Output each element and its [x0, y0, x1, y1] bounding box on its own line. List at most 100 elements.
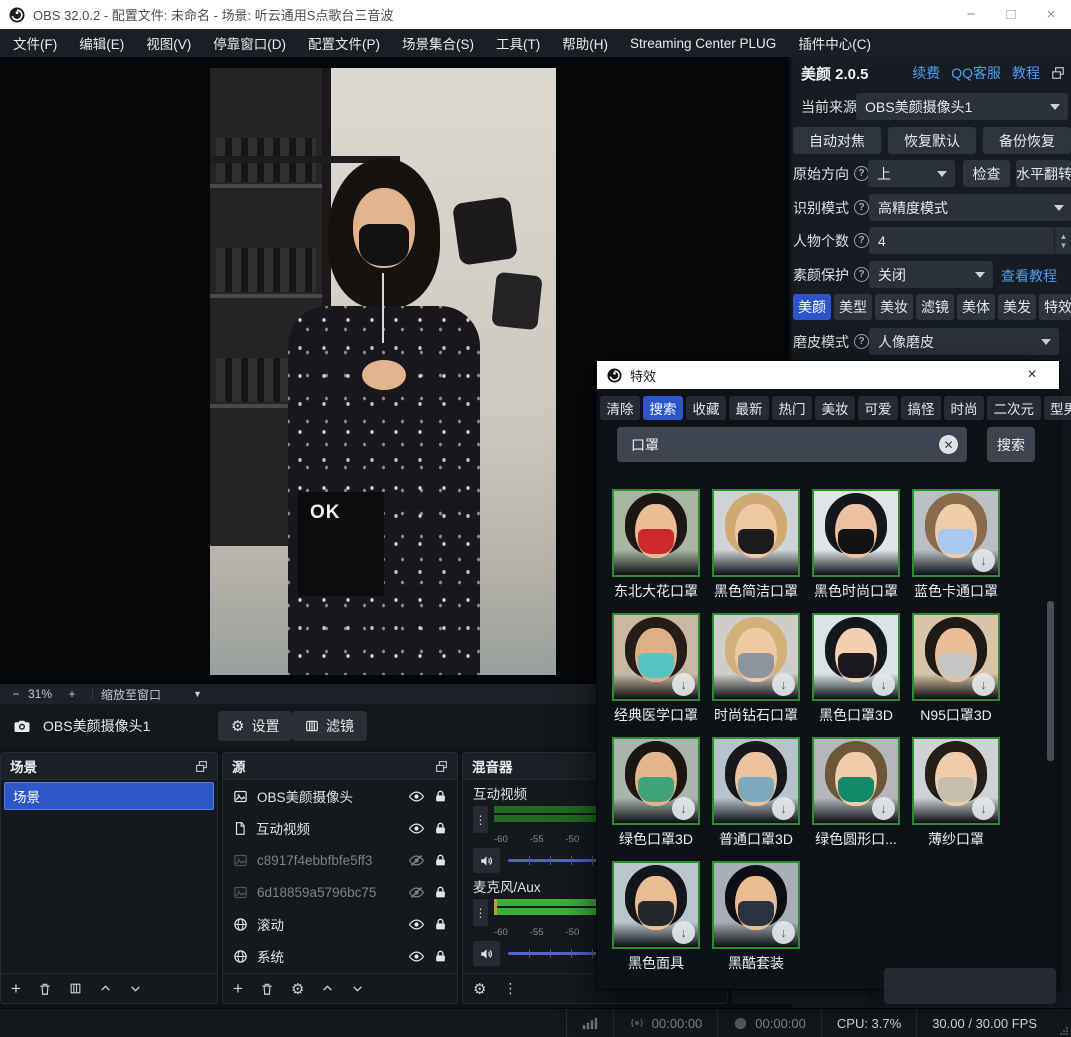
channel-menu-dots-icon[interactable]: ⋮: [473, 899, 488, 926]
source-row[interactable]: 6d18859a5796bc75: [223, 876, 457, 908]
effect-thumbnail[interactable]: [812, 489, 900, 577]
skin-mode-select[interactable]: 人像磨皮: [869, 328, 1059, 355]
download-icon[interactable]: ↓: [872, 673, 895, 696]
eye-off-icon[interactable]: [408, 853, 425, 868]
effect-item[interactable]: ↓蓝色卡通口罩: [912, 489, 1000, 599]
effect-thumbnail[interactable]: ↓: [812, 737, 900, 825]
download-icon[interactable]: ↓: [972, 797, 995, 820]
add-scene-icon[interactable]: +: [11, 979, 21, 999]
chevron-up-icon[interactable]: ▲: [1060, 232, 1068, 241]
minimize-button[interactable]: −: [951, 0, 991, 29]
download-icon[interactable]: ↓: [772, 673, 795, 696]
effect-item[interactable]: ↓经典医学口罩: [612, 613, 700, 723]
recognition-mode-select[interactable]: 高精度模式: [869, 194, 1071, 221]
zoom-out-button[interactable]: −: [4, 687, 28, 701]
mixer-menu-dots-icon[interactable]: ⋮: [503, 980, 517, 997]
search-button[interactable]: 搜索: [987, 427, 1035, 462]
source-row[interactable]: c8917f4ebbfbfe5ff3: [223, 844, 457, 876]
effect-thumbnail[interactable]: ↓: [812, 613, 900, 701]
effect-thumbnail[interactable]: ↓: [912, 737, 1000, 825]
autofocus-button[interactable]: 自动对焦: [793, 127, 881, 154]
beauty-tab[interactable]: 美颜: [793, 294, 831, 320]
dialog-close-button[interactable]: ×: [1015, 361, 1049, 389]
channel-menu-dots-icon[interactable]: ⋮: [473, 806, 488, 833]
menu-item[interactable]: 帮助(H): [551, 29, 619, 57]
effect-item[interactable]: ↓普通口罩3D: [712, 737, 800, 847]
effect-thumbnail[interactable]: ↓: [612, 737, 700, 825]
lock-icon[interactable]: [434, 949, 447, 964]
effect-thumbnail[interactable]: ↓: [612, 861, 700, 949]
source-row[interactable]: 系统: [223, 940, 457, 972]
lock-icon[interactable]: [434, 821, 447, 836]
effects-tab[interactable]: 热门: [772, 396, 812, 420]
effects-tab[interactable]: 型男: [1044, 396, 1071, 420]
fit-to-window[interactable]: 缩放至窗口: [101, 686, 161, 703]
effects-tab[interactable]: 可爱: [858, 396, 898, 420]
effects-tab[interactable]: 收藏: [686, 396, 726, 420]
lock-icon[interactable]: [434, 789, 447, 804]
person-count-stepper[interactable]: 4 ▲▼: [869, 227, 1071, 254]
lock-icon[interactable]: [434, 885, 447, 900]
video-preview[interactable]: OK: [210, 68, 556, 675]
lock-icon[interactable]: [434, 917, 447, 932]
chevron-down-icon[interactable]: ▼: [193, 689, 202, 699]
effects-tab[interactable]: 最新: [729, 396, 769, 420]
popout-icon[interactable]: [435, 760, 448, 773]
eye-icon[interactable]: [408, 917, 425, 932]
scene-list-item[interactable]: 场景: [4, 782, 214, 810]
effect-item[interactable]: ↓黑色面具: [612, 861, 700, 971]
question-icon[interactable]: ?: [854, 233, 869, 248]
effect-item[interactable]: ↓N95口罩3D: [912, 613, 1000, 723]
current-source-select[interactable]: OBS美颜摄像头1: [856, 93, 1068, 120]
effects-tab[interactable]: 美妆: [815, 396, 855, 420]
source-row[interactable]: OBS美颜摄像头: [223, 780, 457, 812]
effects-tab[interactable]: 搜索: [643, 396, 683, 420]
download-icon[interactable]: ↓: [772, 921, 795, 944]
clear-search-icon[interactable]: ✕: [939, 435, 958, 454]
remove-scene-trash-icon[interactable]: [38, 982, 52, 996]
effect-item[interactable]: 黑色时尚口罩: [812, 489, 900, 599]
orientation-select[interactable]: 上: [868, 160, 955, 187]
menu-item[interactable]: 停靠窗口(D): [202, 29, 297, 57]
effects-tab[interactable]: 搞怪: [901, 396, 941, 420]
move-down-icon[interactable]: [351, 982, 364, 995]
speaker-icon[interactable]: [473, 848, 500, 873]
renew-link[interactable]: 续费: [912, 63, 940, 83]
horizontal-flip-button[interactable]: 水平翻转: [1016, 160, 1071, 187]
question-icon[interactable]: ?: [854, 200, 869, 215]
qq-support-link[interactable]: QQ客服: [951, 63, 1001, 83]
move-up-icon[interactable]: [99, 982, 112, 995]
download-icon[interactable]: ↓: [972, 673, 995, 696]
restore-default-button[interactable]: 恢复默认: [888, 127, 976, 154]
eye-icon[interactable]: [408, 821, 425, 836]
close-button[interactable]: ×: [1031, 0, 1071, 29]
effects-tab[interactable]: 清除: [600, 396, 640, 420]
popout-icon[interactable]: [195, 760, 208, 773]
beauty-tab[interactable]: 美体: [957, 294, 995, 320]
effect-thumbnail[interactable]: ↓: [712, 737, 800, 825]
question-icon[interactable]: ?: [854, 267, 869, 282]
eye-icon[interactable]: [408, 949, 425, 964]
zoom-in-button[interactable]: +: [60, 687, 84, 701]
effect-thumbnail[interactable]: ↓: [912, 613, 1000, 701]
effect-thumbnail[interactable]: ↓: [612, 613, 700, 701]
beauty-tab[interactable]: 美妆: [875, 294, 913, 320]
add-source-icon[interactable]: +: [233, 979, 243, 999]
menu-item[interactable]: Streaming Center PLUG: [619, 29, 787, 57]
effect-thumbnail[interactable]: ↓: [712, 613, 800, 701]
effect-item[interactable]: ↓时尚钻石口罩: [712, 613, 800, 723]
effects-tab[interactable]: 时尚: [944, 396, 984, 420]
menu-item[interactable]: 场景集合(S): [391, 29, 485, 57]
effect-item[interactable]: 东北大花口罩: [612, 489, 700, 599]
menu-item[interactable]: 编辑(E): [68, 29, 135, 57]
effect-thumbnail[interactable]: ↓: [712, 861, 800, 949]
effect-item[interactable]: ↓黑色口罩3D: [812, 613, 900, 723]
bare-face-protect-select[interactable]: 关闭: [869, 261, 993, 288]
popout-icon[interactable]: [1051, 66, 1065, 80]
lock-icon[interactable]: [434, 853, 447, 868]
backup-restore-button[interactable]: 备份恢复: [983, 127, 1071, 154]
effects-tab[interactable]: 二次元: [987, 396, 1041, 420]
scene-filters-icon[interactable]: [69, 982, 82, 995]
move-up-icon[interactable]: [321, 982, 334, 995]
eye-off-icon[interactable]: [408, 885, 425, 900]
